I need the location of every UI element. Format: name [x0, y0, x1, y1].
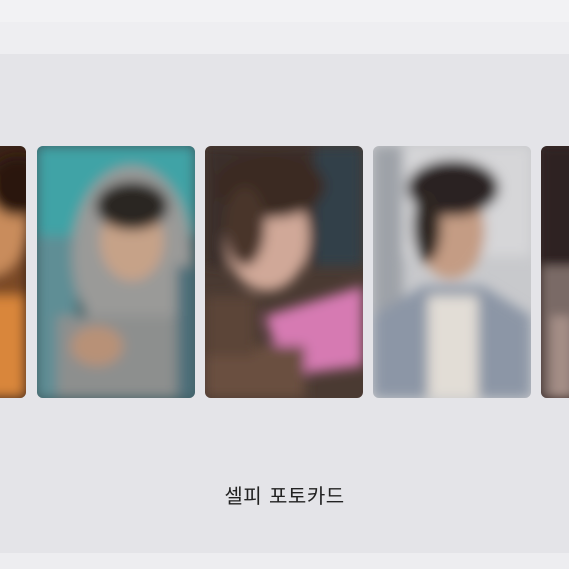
photocard-3[interactable]: [205, 146, 363, 398]
photocard-4-image: [373, 146, 531, 398]
photocard-5-image: [541, 146, 569, 398]
photocard-1[interactable]: [0, 146, 26, 398]
photocard-3-image: [205, 146, 363, 398]
photocard-2-image: [37, 146, 195, 398]
photocard-1-image: [0, 146, 26, 398]
top-band: [0, 0, 569, 22]
top-divider-band: [0, 22, 569, 54]
photocard-2[interactable]: [37, 146, 195, 398]
photocard-strip: [0, 146, 569, 398]
photocard-5[interactable]: [541, 146, 569, 398]
bottom-band: [0, 553, 569, 569]
photocard-4[interactable]: [373, 146, 531, 398]
photocard-caption: 셀피 포토카드: [224, 484, 345, 508]
